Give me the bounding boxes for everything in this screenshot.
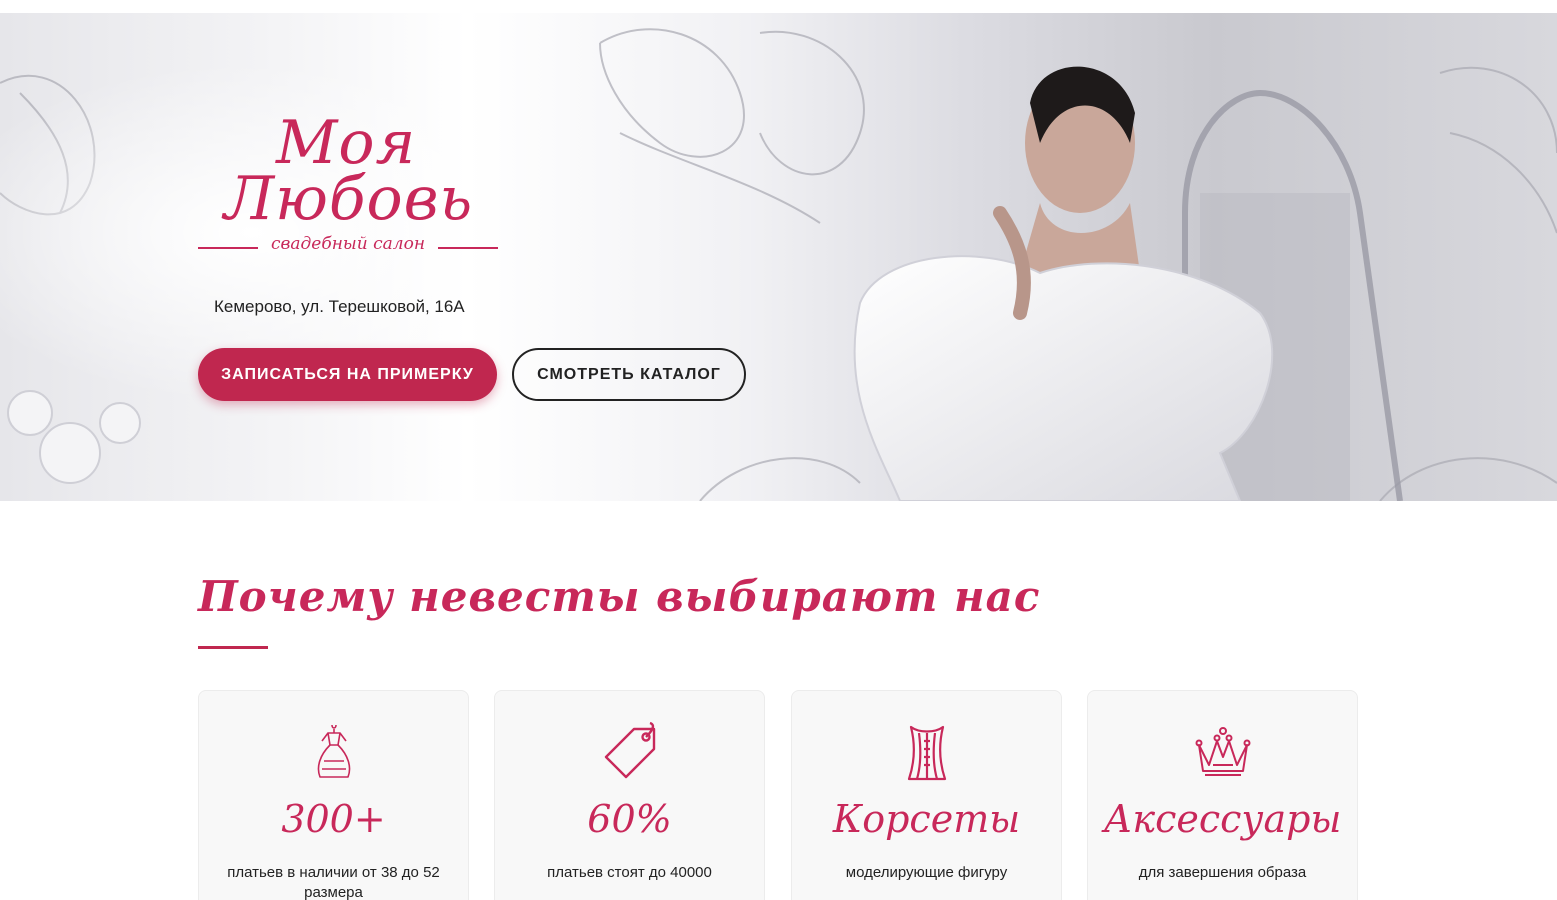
feature-value: Корсеты: [832, 797, 1021, 841]
feature-description: платьев стоят до 40000: [547, 864, 712, 881]
brand-logo[interactable]: Моя Любовь свадебный салон: [196, 113, 506, 268]
book-fitting-button[interactable]: ЗАПИСАТЬСЯ НА ПРИМЕРКУ: [198, 348, 497, 401]
salon-address: Кемерово, ул. Терешковой, 16А: [214, 297, 465, 316]
logo-text-line2: Любовь: [224, 164, 474, 234]
corset-icon: [907, 725, 946, 781]
crown-icon: [1195, 727, 1250, 776]
feature-description: моделирующие фигуру: [845, 864, 1008, 881]
section-title-underline: [198, 646, 268, 649]
feature-card-accessories: Аксессуары для завершения образа: [1087, 690, 1358, 900]
feature-value: Аксессуары: [1103, 797, 1342, 841]
feature-card-prices: 60% платьев стоят до 40000: [494, 690, 765, 900]
feature-description: платьев в наличии от 38 до 52 размера: [227, 864, 440, 900]
feature-card-dresses: 300+ платьев в наличии от 38 до 52 разме…: [198, 690, 469, 900]
feature-value: 300+: [281, 797, 386, 841]
logo-divider-right: [438, 247, 498, 249]
logo-subtitle: свадебный салон: [270, 234, 426, 254]
logo-divider-left: [198, 247, 258, 249]
features-section-title: Почему невесты выбирают нас: [198, 572, 1041, 621]
feature-value: 60%: [587, 797, 672, 841]
top-bar: [0, 0, 1557, 13]
view-catalog-button[interactable]: СМОТРЕТЬ КАТАЛОГ: [512, 348, 746, 401]
feature-description: для завершения образа: [1138, 864, 1307, 881]
feature-card-corsets: Корсеты моделирующие фигуру: [791, 690, 1062, 900]
dress-icon: [317, 724, 350, 778]
price-tag-icon: [604, 721, 655, 779]
hero-banner: Моя Любовь свадебный салон Кемерово, ул.…: [0, 13, 1557, 501]
